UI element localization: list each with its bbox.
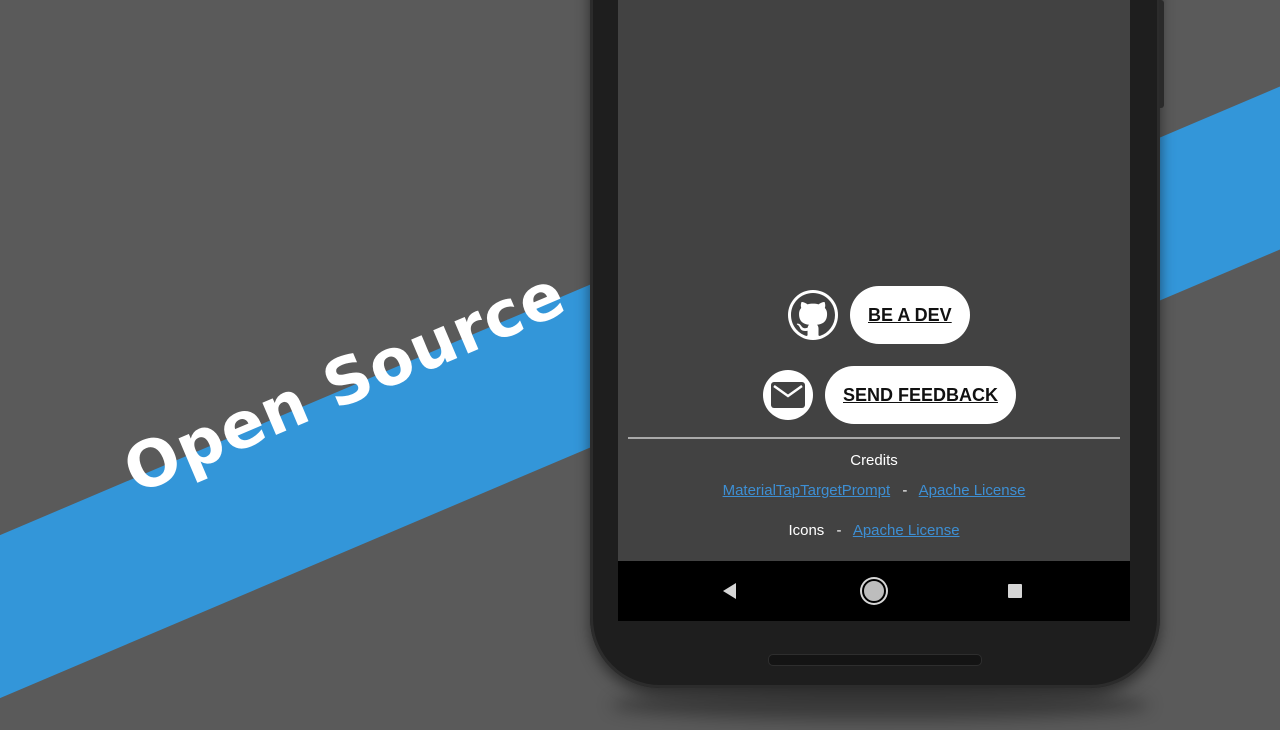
credit-line-material: MaterialTapTargetPrompt - Apache License bbox=[618, 482, 1130, 499]
mail-icon-svg bbox=[771, 382, 805, 408]
icons-apache-license-link[interactable]: Apache License bbox=[853, 522, 960, 539]
credit-line-icons: Icons - Apache License bbox=[618, 522, 1130, 539]
github-icon-svg bbox=[791, 293, 835, 336]
phone-side-button bbox=[1159, 0, 1164, 108]
mail-icon[interactable] bbox=[763, 370, 813, 420]
android-nav-bar bbox=[618, 561, 1130, 621]
back-triangle-icon[interactable] bbox=[723, 583, 736, 599]
github-icon[interactable] bbox=[788, 290, 838, 340]
send-feedback-button[interactable]: SEND FEEDBACK bbox=[825, 366, 1017, 424]
recents-square-icon[interactable] bbox=[1008, 584, 1022, 598]
home-circle-icon[interactable] bbox=[862, 579, 886, 603]
phone-screen: BE A DEV SEND FEEDBACK Credits MaterialT… bbox=[618, 0, 1130, 621]
phone-speaker bbox=[768, 654, 982, 666]
icons-credit-label: Icons bbox=[788, 522, 825, 539]
phone-shadow bbox=[610, 690, 1150, 720]
credits-title: Credits bbox=[850, 452, 898, 469]
material-tap-target-prompt-link[interactable]: MaterialTapTargetPrompt bbox=[723, 482, 891, 499]
credit-separator: - bbox=[902, 482, 908, 499]
credits-divider bbox=[628, 437, 1120, 439]
credit-separator: - bbox=[836, 522, 842, 539]
apache-license-link[interactable]: Apache License bbox=[919, 482, 1026, 499]
dev-row: BE A DEV bbox=[788, 286, 970, 344]
feedback-row: SEND FEEDBACK bbox=[763, 366, 1017, 424]
be-a-dev-button[interactable]: BE A DEV bbox=[850, 286, 970, 344]
